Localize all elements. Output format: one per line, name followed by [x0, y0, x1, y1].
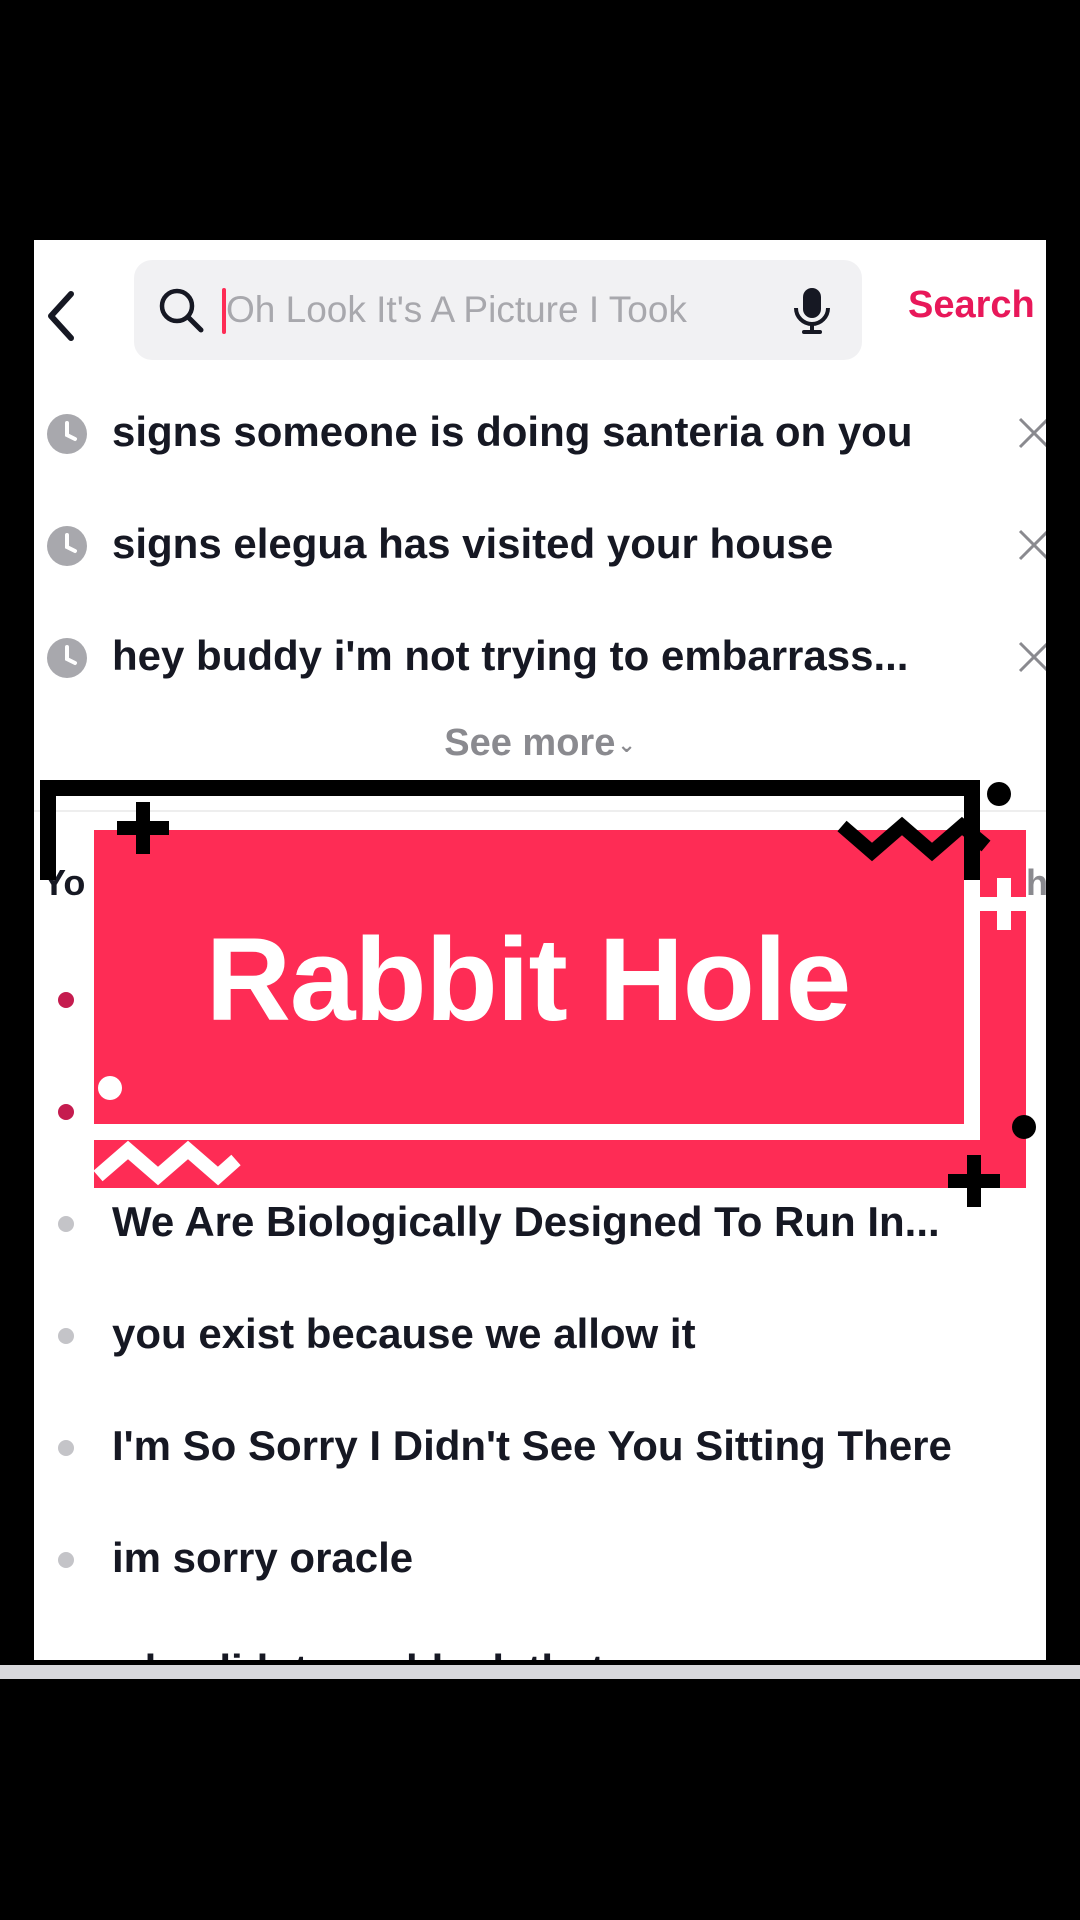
- rabbit-hole-title: Rabbit Hole: [205, 914, 852, 1046]
- rabbit-hole-title-box: Rabbit Hole: [94, 830, 962, 1130]
